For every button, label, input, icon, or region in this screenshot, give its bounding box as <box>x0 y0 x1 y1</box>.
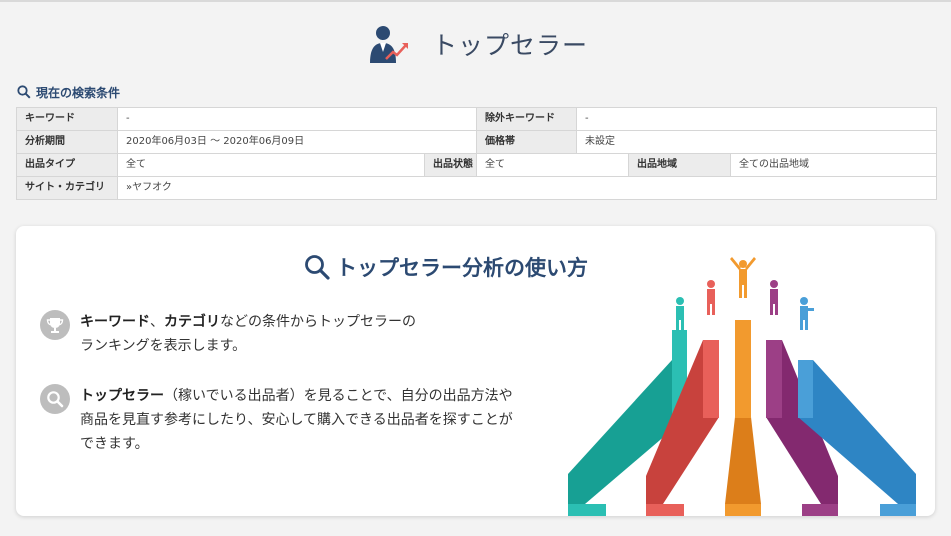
search-conditions-table: キーワード - 除外キーワード - 分析期間 2020年06月03日 〜 202… <box>16 107 938 200</box>
text-fragment: 、 <box>150 314 164 330</box>
topseller-emphasis: トップセラー <box>80 388 164 404</box>
keyword-value: - <box>116 107 478 131</box>
listing-state-label: 出品状態 <box>423 153 478 177</box>
exclude-keyword-value: - <box>576 107 938 131</box>
exclude-keyword-label: 除外キーワード <box>476 107 578 131</box>
period-value: 2020年06月03日 〜 2020年06月09日 <box>116 130 478 154</box>
text-line: できます。 <box>80 436 149 452</box>
usage-guide-title-text: トップセラー分析の使い方 <box>336 256 588 280</box>
listing-region-value: 全ての出品地域 <box>730 153 938 177</box>
table-row: 分析期間 2020年06月03日 〜 2020年06月09日 価格帯 未設定 <box>16 130 938 154</box>
price-label: 価格帯 <box>476 130 578 154</box>
page-header: トップセラー <box>0 18 951 70</box>
search-icon <box>40 384 70 414</box>
guide-point-ranking-text: キーワード、カテゴリなどの条件からトップセラーの ランキングを表示します。 <box>80 310 416 358</box>
page-title: トップセラー <box>432 31 589 60</box>
top-border <box>0 0 951 2</box>
guide-point-ranking: キーワード、カテゴリなどの条件からトップセラーの ランキングを表示します。 <box>40 310 416 358</box>
search-icon <box>17 85 31 99</box>
category-emphasis: カテゴリ <box>164 314 220 330</box>
text-line: 商品を見直す参考にしたり、安心して購入できる出品者を探すことが <box>80 412 513 428</box>
keyword-emphasis: キーワード <box>80 314 150 330</box>
usage-guide-title: トップセラー分析の使い方 <box>304 252 588 282</box>
table-row: サイト・カテゴリ »ヤフオク <box>16 176 938 200</box>
price-value: 未設定 <box>576 130 938 154</box>
search-conditions-heading: 現在の検索条件 <box>17 83 120 101</box>
listing-region-label: 出品地域 <box>628 153 732 177</box>
site-category-label: サイト・カテゴリ <box>16 176 118 200</box>
period-label: 分析期間 <box>16 130 118 154</box>
search-icon <box>305 255 330 280</box>
usage-guide-card: トップセラー分析の使い方 キーワード、カテゴリなどの条件からトップセラーの ラン… <box>16 226 935 516</box>
seller-growth-icon <box>370 26 408 63</box>
guide-point-topseller: トップセラー（稼いでいる出品者）を見ることで、自分の出品方法や 商品を見直す参考… <box>40 384 513 456</box>
table-row: キーワード - 除外キーワード - <box>16 107 938 131</box>
site-category-value: »ヤフオク <box>116 176 938 200</box>
ranking-podium-illustration <box>568 257 916 516</box>
listing-state-value: 全て <box>476 153 630 177</box>
trophy-icon <box>40 310 70 340</box>
text-fragment: などの条件からトップセラーの <box>220 314 416 330</box>
listing-type-value: 全て <box>117 153 425 177</box>
search-conditions-label: 現在の検索条件 <box>36 85 121 100</box>
guide-point-topseller-text: トップセラー（稼いでいる出品者）を見ることで、自分の出品方法や 商品を見直す参考… <box>80 384 513 456</box>
text-line: ランキングを表示します。 <box>80 338 247 354</box>
keyword-label: キーワード <box>16 107 118 131</box>
listing-type-label: 出品タイプ <box>16 153 118 177</box>
table-row: 出品タイプ 全て 出品状態 全て 出品地域 全ての出品地域 <box>16 153 938 177</box>
text-fragment: （稼いでいる出品者）を見ることで、自分の出品方法や <box>164 388 513 404</box>
